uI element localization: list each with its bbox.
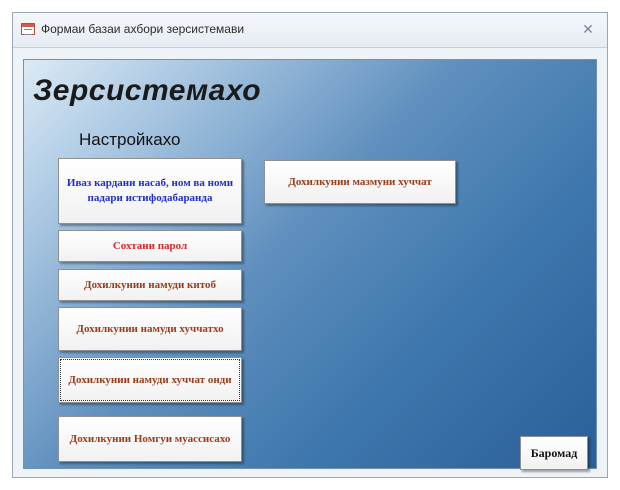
section-title: Настройкахо xyxy=(79,130,181,149)
form-body: Зерсистемахо Настройкахо Иваз кардани на… xyxy=(23,59,597,470)
close-icon[interactable]: ✕ xyxy=(579,20,597,38)
enter-document-sample-button[interactable]: Дохилкунии намуди хуччатхо xyxy=(58,307,242,351)
window-title: Формаи базаи ахбори зерсистемави xyxy=(41,22,245,36)
change-user-name-button[interactable]: Иваз кардани насаб, ном ва номи падари и… xyxy=(58,158,242,224)
app-title: Зерсистемахо xyxy=(33,74,262,107)
enter-document-sample-other-button[interactable]: Дохилкунии намуди хуччат онди xyxy=(58,357,242,403)
title-bar: Формаи базаи ахбори зерсистемави ✕ xyxy=(13,13,607,48)
create-password-button[interactable]: Сохтани парол xyxy=(58,230,242,262)
enter-institution-name-button[interactable]: Дохилкунии Номгуи муассисахо xyxy=(58,416,242,462)
form-window: Формаи базаи ахбори зерсистемави ✕ Зерси… xyxy=(12,12,608,478)
enter-document-content-button[interactable]: Дохилкунии мазмуни хуччат xyxy=(264,160,456,204)
access-form-icon xyxy=(21,23,35,35)
exit-button[interactable]: Баромад xyxy=(520,436,588,470)
enter-book-sample-button[interactable]: Дохилкунии намуди китоб xyxy=(58,269,242,301)
